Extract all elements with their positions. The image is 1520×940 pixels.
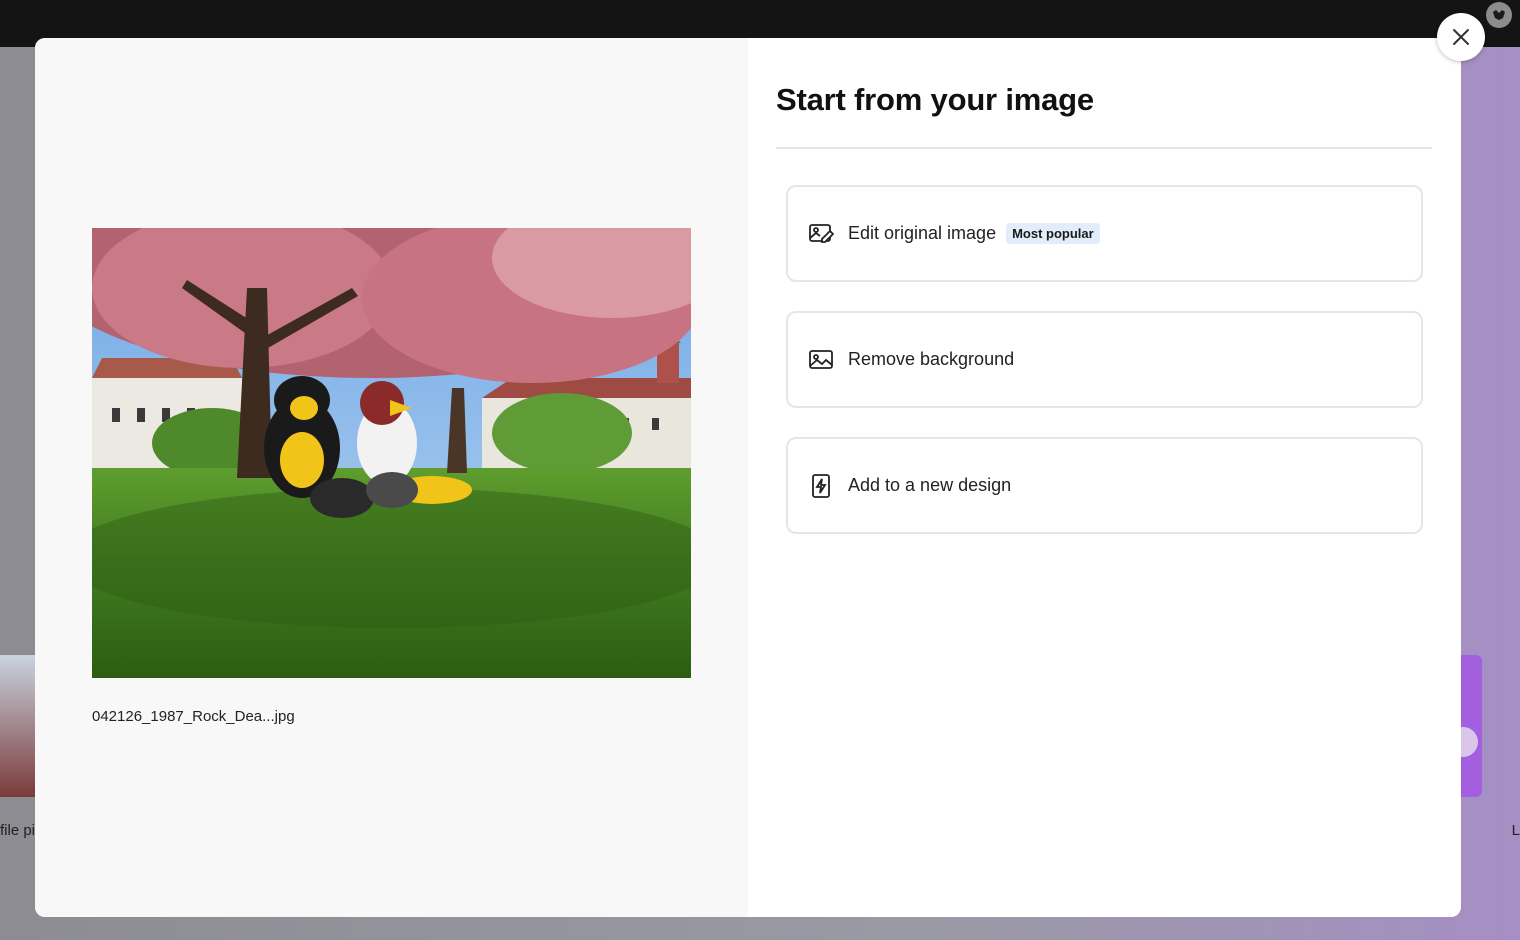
image-icon: [808, 347, 834, 373]
image-preview-pane: 042126_1987_Rock_Dea...jpg: [35, 38, 748, 917]
add-to-new-design-option[interactable]: Add to a new design: [786, 437, 1423, 534]
uploaded-file-name: 042126_1987_Rock_Dea...jpg: [92, 708, 295, 725]
options-pane: Start from your image Edit original imag…: [748, 38, 1461, 917]
background-template-label: L: [1511, 822, 1520, 839]
start-from-image-dialog: 042126_1987_Rock_Dea...jpg Start from yo…: [35, 38, 1461, 917]
close-button[interactable]: [1437, 13, 1485, 61]
close-icon: [1451, 27, 1471, 47]
title-divider: [776, 147, 1432, 149]
uploaded-image-preview: [92, 228, 691, 678]
most-popular-badge: Most popular: [1006, 223, 1100, 244]
edit-image-icon: [808, 221, 834, 247]
app-avatar-icon[interactable]: [1486, 2, 1512, 28]
background-template-label: file pi: [0, 822, 36, 839]
background-template-card: [0, 655, 40, 797]
design-spark-icon: [808, 473, 834, 499]
option-label: Remove background: [848, 349, 1015, 369]
dialog-title: Start from your image: [776, 82, 1094, 117]
option-label: Edit original image: [848, 223, 997, 243]
edit-original-image-option[interactable]: Edit original image Most popular: [786, 185, 1423, 282]
option-label: Add to a new design: [848, 475, 1012, 495]
remove-background-option[interactable]: Remove background: [786, 311, 1423, 408]
